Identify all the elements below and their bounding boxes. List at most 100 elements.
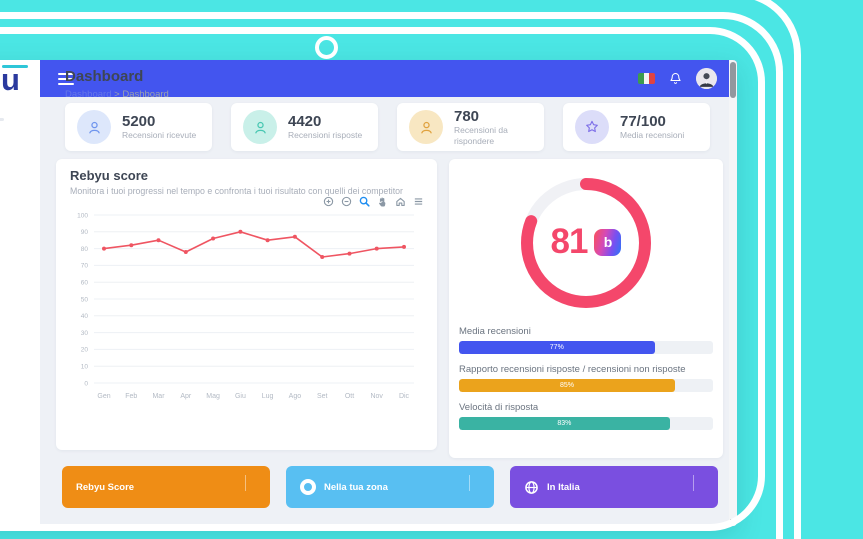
progress-track: 85% [459,379,713,392]
progress-fill: 77% [459,341,655,354]
scene: u Dashboard Dashboard > Dashboard 5200 R… [0,0,863,539]
stat-cards-row: 5200 Recensioni ricevute 4420 Recensioni ri… [65,103,710,151]
progress-track: 83% [459,417,713,430]
bottom-card-label: In Italia [547,481,580,493]
globe-icon [525,480,538,494]
svg-text:80: 80 [81,246,89,253]
progress-label: Media recensioni [459,326,531,337]
main-area: Dashboard Dashboard > Dashboard 5200 Rece… [40,60,737,526]
progress-group-3: Velocità di risposta 83% [459,401,713,430]
svg-text:Ott: Ott [345,393,354,400]
svg-text:Gen: Gen [97,393,110,400]
stat-card-2: 4420 Recensioni risposte [231,103,378,151]
stat-label: Recensioni ricevute [122,130,197,140]
star-icon [575,110,609,144]
menu-icon[interactable] [413,196,424,207]
progress-label: Velocità di risposta [459,402,539,413]
stat-value: 77/100 [620,113,666,130]
scrollbar-track[interactable] [729,60,737,526]
stat-label: Recensioni da rispondere [454,124,508,146]
card-divider [245,475,246,491]
svg-text:10: 10 [81,364,89,371]
location-pin-icon [300,479,316,495]
rebyu-logo-icon: b [594,228,622,256]
svg-text:Mar: Mar [152,393,165,400]
sidebar-item-fragment [0,118,4,121]
bottom-card-label: Nella tua zona [324,481,388,493]
user-avatar[interactable] [696,68,717,89]
stat-card-3: 780 Recensioni da rispondere [397,103,544,151]
svg-text:Apr: Apr [180,393,192,400]
progress-track: 77% [459,341,713,354]
svg-text:Ago: Ago [289,393,302,400]
bottom-card-rebyu-score[interactable]: Rebyu Score [62,466,270,508]
progress-label: Rapporto recensioni risposte / recension… [459,364,686,375]
italy-flag-icon[interactable] [638,73,655,84]
stat-value: 5200 [122,113,156,130]
bell-icon[interactable] [668,71,683,86]
svg-text:90: 90 [81,229,89,236]
svg-text:Set: Set [317,393,328,400]
breadcrumb: Dashboard > Dashboard [65,89,169,100]
stat-card-4: 77/100 Media recensioni [563,103,710,151]
chart-subtitle: Monitora i tuoi progressi nel tempo e co… [70,186,403,196]
stat-label: Media recensioni [620,130,685,140]
logo-partial: u [1,62,20,97]
svg-text:40: 40 [81,313,89,320]
chart-title: Rebyu score [70,168,149,183]
rebyu-score-chart-card: Rebyu score Monitora i tuoi progressi ne… [56,159,437,450]
stat-value: 780 [454,107,480,125]
breadcrumb-link[interactable]: Dashboard [65,89,111,100]
breadcrumb-separator: > [114,89,120,100]
bottom-card-in-italia[interactable]: In Italia [510,466,718,508]
zoom-out-icon[interactable] [341,196,352,207]
svg-text:50: 50 [81,296,89,303]
camera-dot [315,36,338,59]
svg-text:30: 30 [81,330,89,337]
bottom-cards-row: Rebyu Score Nella tua zona In Italia [62,466,718,508]
bottom-card-label: Rebyu Score [76,481,135,493]
stat-label: Recensioni risposte [288,130,363,140]
page-title: Dashboard [65,68,144,85]
user-icon [243,110,277,144]
progress-group-1: Media recensioni 77% [459,325,713,354]
score-value: 81 [550,222,589,261]
progress-fill: 83% [459,417,670,430]
stat-value: 4420 [288,113,322,130]
progress-percent: 85% [559,382,574,389]
svg-text:0: 0 [84,380,88,387]
svg-text:Nov: Nov [370,393,383,400]
svg-text:Dic: Dic [399,393,410,400]
bottom-card-nella-tua-zona[interactable]: Nella tua zona [286,466,494,508]
progress-fill: 85% [459,379,675,392]
breadcrumb-current: Dashboard [122,89,169,100]
svg-text:70: 70 [81,263,89,270]
chart-toolbar [323,196,424,207]
progress-group-2: Rapporto recensioni risposte / recension… [459,363,713,392]
app-window: u Dashboard Dashboard > Dashboard 5200 R… [0,60,737,526]
svg-text:Giu: Giu [235,393,246,400]
home-icon[interactable] [395,196,406,207]
zoom-in-icon[interactable] [323,196,334,207]
svg-text:100: 100 [77,212,88,219]
svg-text:Feb: Feb [125,393,137,400]
scrollbar-down-arrow[interactable] [730,519,736,523]
sidebar: u [0,60,40,526]
scrollbar-thumb[interactable] [730,62,736,98]
svg-text:60: 60 [81,280,89,287]
user-icon [409,110,443,144]
svg-text:20: 20 [81,347,89,354]
progress-percent: 83% [557,420,572,427]
line-chart: 0 10 20 30 40 50 60 70 80 90 100 Gen Feb Mar Apr Mag Giu… [77,212,414,400]
svg-text:Mag: Mag [206,393,220,400]
card-divider [469,475,470,491]
stat-card-1: 5200 Recensioni ricevute [65,103,212,151]
svg-text:Lug: Lug [262,393,274,400]
pan-icon[interactable] [377,196,388,207]
user-icon [77,110,111,144]
selection-zoom-icon[interactable] [359,196,370,207]
score-panel-card: 81 b Media recensioni 77% Rapporto recensi… [449,159,723,458]
progress-bars: Media recensioni 77% Rapporto recensioni r… [459,325,713,439]
progress-percent: 77% [549,344,564,351]
card-divider [693,475,694,491]
